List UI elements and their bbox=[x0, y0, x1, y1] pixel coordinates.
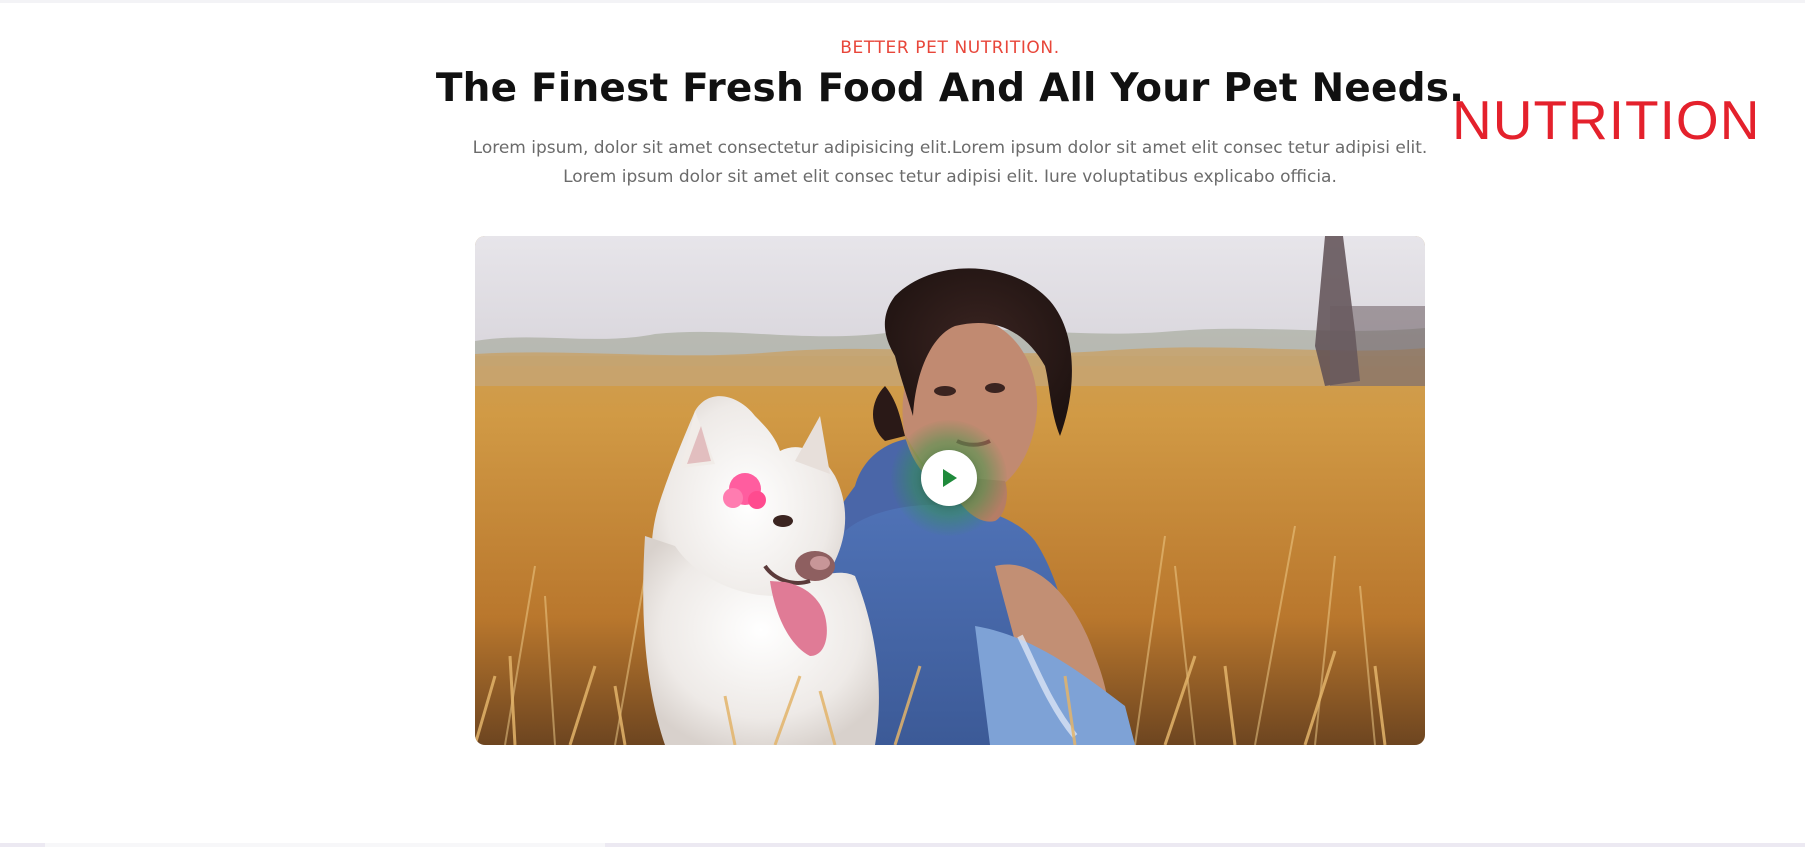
nutrition-tag: NUTRITION bbox=[1452, 89, 1761, 151]
horizontal-scrollbar[interactable] bbox=[0, 843, 1805, 847]
play-icon bbox=[943, 469, 957, 487]
section-eyebrow: BETTER PET NUTRITION. bbox=[840, 38, 1060, 58]
play-video-button[interactable] bbox=[921, 450, 977, 506]
top-divider bbox=[0, 0, 1805, 3]
page: BETTER PET NUTRITION. The Finest Fresh F… bbox=[0, 0, 1805, 847]
description-line-2: Lorem ipsum dolor sit amet elit consec t… bbox=[563, 167, 1337, 187]
scrollbar-thumb[interactable] bbox=[45, 843, 605, 847]
